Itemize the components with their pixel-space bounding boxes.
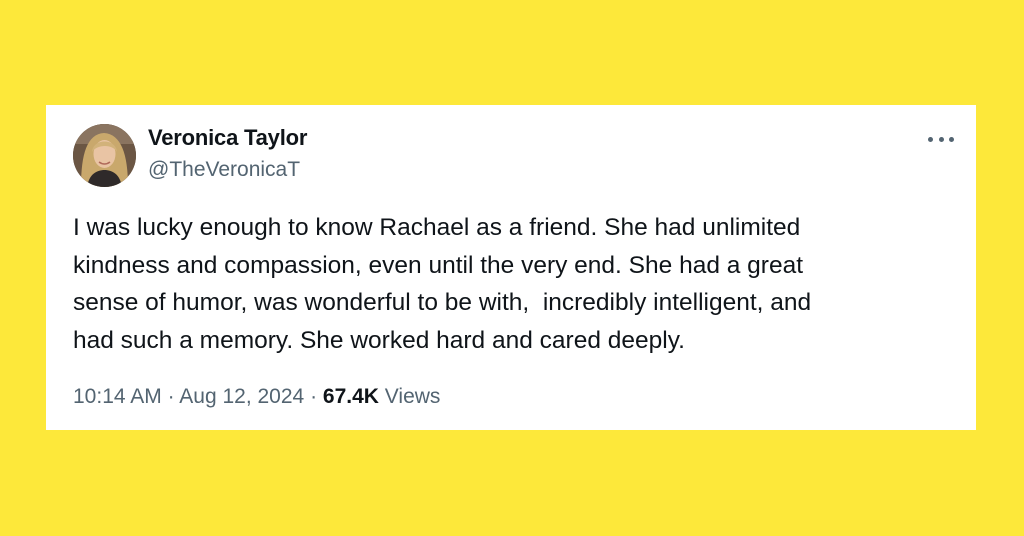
tweet-card: Veronica Taylor @TheVeronicaT I was luck… <box>46 105 976 430</box>
avatar[interactable] <box>73 124 136 187</box>
dot <box>949 136 954 142</box>
user-handle[interactable]: @TheVeronicaT <box>148 158 300 182</box>
views-count[interactable]: 67.4K <box>323 385 379 408</box>
views-label: Views <box>384 385 441 408</box>
tweet-date[interactable]: Aug 12, 2024 <box>179 385 304 408</box>
tweet-text: I was lucky enough to know Rachael as a … <box>73 214 812 354</box>
meta-separator: · <box>167 385 175 408</box>
tweet-time[interactable]: 10:14 AM <box>73 385 162 408</box>
display-name[interactable]: Veronica Taylor <box>148 125 307 151</box>
dot <box>928 136 933 142</box>
tweet-meta: 10:14 AM · Aug 12, 2024 · 67.4K Views <box>73 385 440 409</box>
meta-separator: · <box>310 385 318 408</box>
dot <box>938 136 944 142</box>
profile-photo-icon <box>73 124 136 187</box>
more-options-icon[interactable] <box>928 129 954 149</box>
